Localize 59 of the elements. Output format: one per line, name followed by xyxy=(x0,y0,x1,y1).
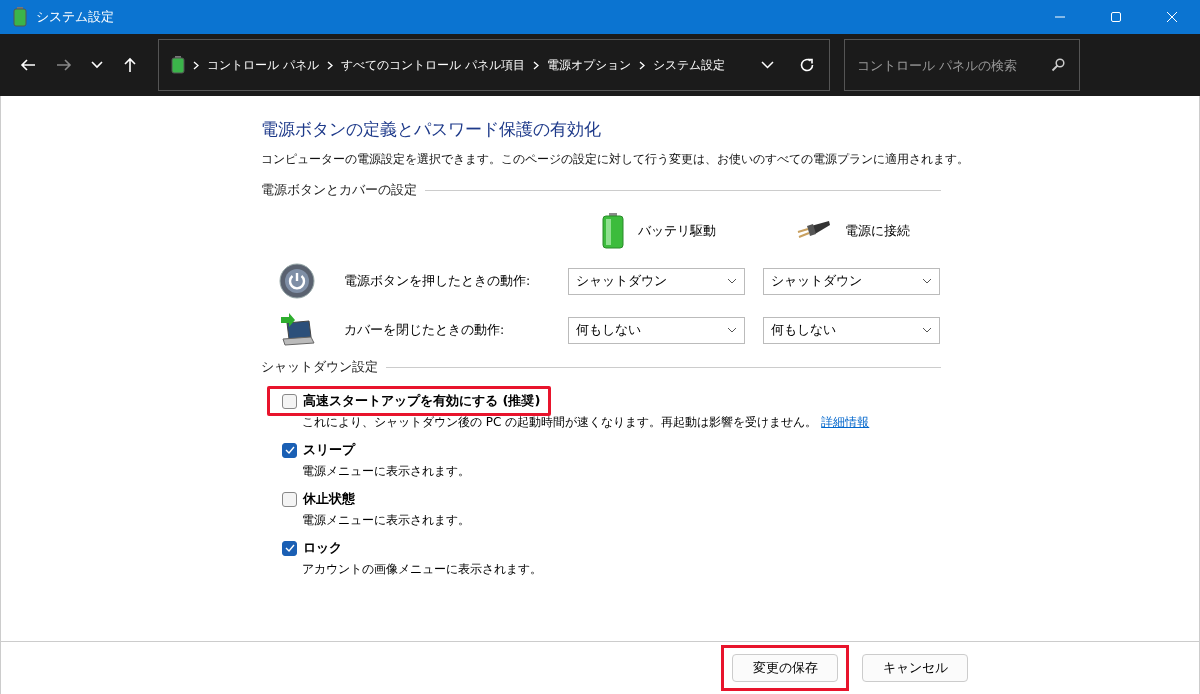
chevron-down-icon xyxy=(922,327,932,333)
breadcrumb-item[interactable]: すべてのコントロール パネル項目 xyxy=(340,56,525,74)
option-description: これにより、シャットダウン後の PC の起動時間が速くなります。再起動は影響を受けません。 xyxy=(302,415,818,429)
forward-arrow-icon xyxy=(56,57,72,73)
search-field[interactable]: コントロール パネルの検索 xyxy=(855,56,1051,74)
option-label: スリープ xyxy=(303,441,355,459)
column-header: バッテリ駆動 xyxy=(638,222,716,240)
breadcrumb-item[interactable]: システム設定 xyxy=(652,56,725,74)
chevron-right-icon xyxy=(326,60,333,70)
option-description: アカウントの画像メニューに表示されます。 xyxy=(302,562,542,576)
option-label: ロック xyxy=(303,539,342,557)
page-description: コンピューターの電源設定を選択できます。このページの設定に対して行う変更は、お使いのすべての電源プランに適用されます。 xyxy=(261,151,969,168)
refresh-icon[interactable] xyxy=(799,57,815,73)
checkbox[interactable] xyxy=(282,393,297,409)
dropdown[interactable]: シャットダウン xyxy=(763,267,940,295)
dropdown[interactable]: 何もしない xyxy=(763,316,940,344)
battery-icon xyxy=(602,213,624,249)
battery-icon xyxy=(171,56,185,74)
chevron-down-icon xyxy=(727,327,737,333)
laptop-icon xyxy=(279,313,315,347)
power-icon xyxy=(279,263,315,299)
dialog-button[interactable]: キャンセル xyxy=(862,654,968,682)
option-label: 休止状態 xyxy=(303,490,355,508)
checkbox[interactable] xyxy=(282,540,297,556)
dropdown[interactable]: 何もしない xyxy=(568,316,745,344)
dropdown[interactable]: シャットダウン xyxy=(568,267,745,295)
close-icon xyxy=(1166,11,1178,23)
window-title: システム設定 xyxy=(36,8,114,26)
section-title: シャットダウン設定 xyxy=(261,359,378,376)
option-label: 高速スタートアップを有効にする (推奨) xyxy=(303,392,541,410)
chevron-right-icon xyxy=(638,60,645,70)
dialog-button[interactable]: 変更の保存 xyxy=(732,654,838,682)
option-description: 電源メニューに表示されます。 xyxy=(302,464,470,478)
setting-label: 電源ボタンを押したときの動作: xyxy=(344,272,532,290)
setting-label: カバーを閉じたときの動作: xyxy=(344,321,506,339)
back-arrow-icon xyxy=(20,57,36,73)
battery-icon xyxy=(12,7,28,27)
chevron-down-icon[interactable] xyxy=(761,61,774,69)
chevron-down-icon xyxy=(91,61,103,69)
option-description: 電源メニューに表示されます。 xyxy=(302,513,470,527)
search-box[interactable]: コントロール パネルの検索 xyxy=(844,39,1080,91)
chevron-down-icon xyxy=(727,278,737,284)
chevron-right-icon xyxy=(532,60,539,70)
checkbox[interactable] xyxy=(282,442,297,458)
address-bar[interactable]: コントロール パネル すべてのコントロール パネル項目 電源オプション システム設定 xyxy=(158,39,830,91)
section-title: 電源ボタンとカバーの設定 xyxy=(261,182,417,199)
up-arrow-icon xyxy=(122,57,138,73)
maximize-icon xyxy=(1110,11,1122,23)
checkbox[interactable] xyxy=(282,491,297,507)
breadcrumb-item[interactable]: 電源オプション xyxy=(546,56,631,74)
column-header: 電源に接続 xyxy=(845,222,910,240)
breadcrumb-item[interactable]: コントロール パネル xyxy=(207,56,319,74)
chevron-right-icon xyxy=(193,60,199,70)
chevron-down-icon xyxy=(922,278,932,284)
checkmark-icon xyxy=(284,544,295,552)
more-info-link[interactable]: 詳細情報 xyxy=(821,415,870,429)
page-heading: 電源ボタンの定義とパスワード保護の有効化 xyxy=(261,118,602,141)
checkmark-icon xyxy=(284,446,295,454)
search-icon xyxy=(1051,58,1065,72)
